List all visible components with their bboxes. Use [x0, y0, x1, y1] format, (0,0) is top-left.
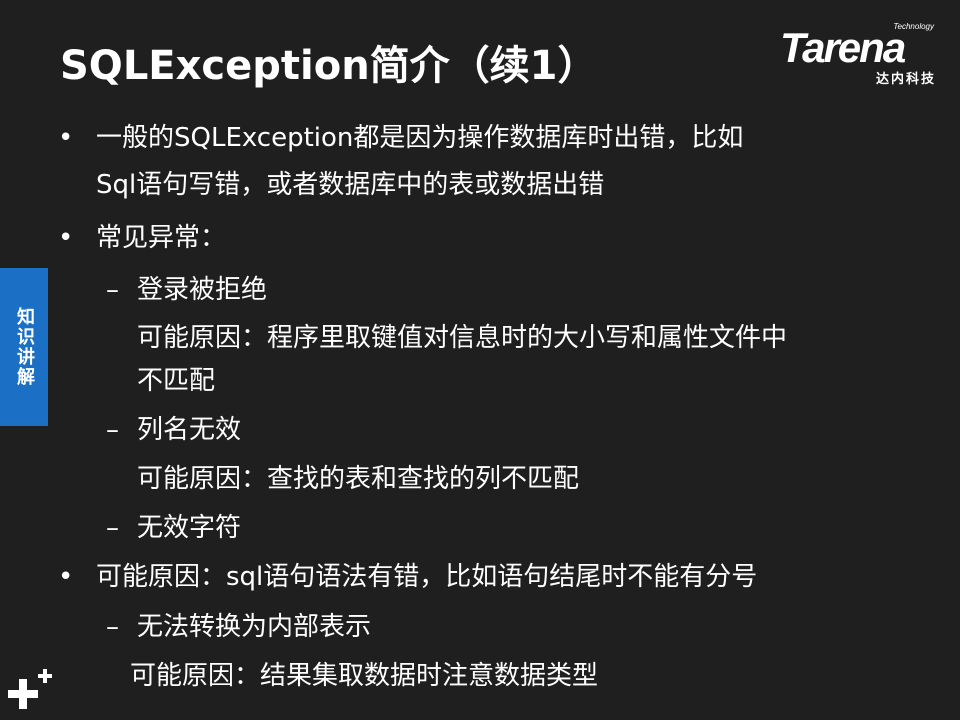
- bullet-text: 常见异常：: [96, 223, 227, 253]
- detail-text-continued: 不匹配: [137, 366, 216, 396]
- sub-bullet-dash-icon: –: [106, 275, 119, 305]
- slide-title: SQLException简介（续1）: [60, 43, 598, 89]
- logo-subtitle: 达内科技: [875, 72, 936, 87]
- plus-logo-icon: [8, 669, 52, 709]
- bullet-text-continued: Sql语句写错，或者数据库中的表或数据出错: [96, 170, 605, 200]
- sub-bullet-text: 列名无效: [137, 415, 242, 445]
- sub-bullet-dash-icon: –: [106, 415, 119, 445]
- detail-text: 可能原因：查找的表和查找的列不匹配: [137, 464, 580, 494]
- detail-text: 可能原因：结果集取数据时注意数据类型: [130, 661, 599, 691]
- bullet-dot-icon: •: [58, 223, 74, 253]
- side-tab-label: 知识讲解: [14, 307, 35, 387]
- sub-bullet-text: 无法转换为内部表示: [137, 612, 372, 642]
- slide: SQLException简介（续1） Technology Tarena 达内科…: [0, 0, 960, 720]
- tarena-logo: Technology Tarena 达内科技: [780, 22, 948, 87]
- side-tab-knowledge: 知识讲解: [0, 268, 48, 426]
- sub-bullet-dash-icon: –: [106, 513, 119, 543]
- detail-text: 可能原因：程序里取键值对信息时的大小写和属性文件中: [137, 323, 788, 353]
- bullet-text: 一般的SQLException都是因为操作数据库时出错，比如: [96, 123, 744, 153]
- logo-brand: Tarena: [780, 24, 906, 71]
- bullet-dot-icon: •: [58, 562, 74, 592]
- bullet-dot-icon: •: [58, 123, 74, 153]
- sub-bullet-text: 无效字符: [137, 513, 242, 543]
- sub-bullet-text: 登录被拒绝: [137, 275, 268, 305]
- bullet-text: 可能原因：sql语句语法有错，比如语句结尾时不能有分号: [96, 562, 758, 592]
- sub-bullet-dash-icon: –: [106, 612, 119, 642]
